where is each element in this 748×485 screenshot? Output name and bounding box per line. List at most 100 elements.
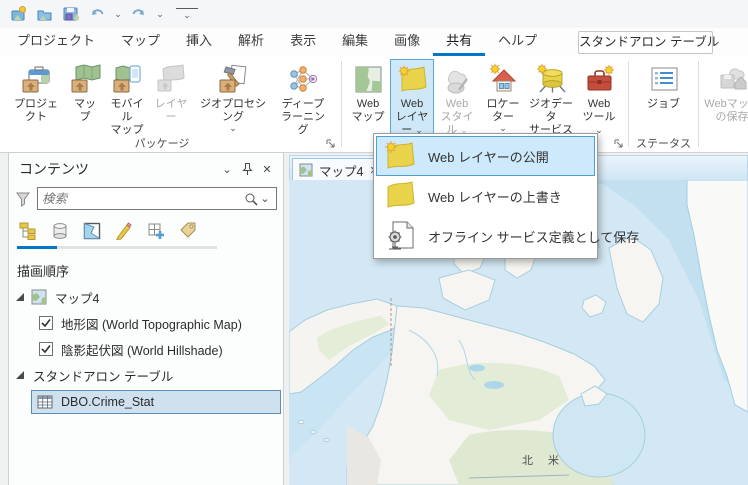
tree-item-topographic-layer[interactable]: 地形図 (World Topographic Map): [9, 310, 283, 336]
button-label: の保存: [715, 111, 748, 123]
menu-item-overwrite-web-layer[interactable]: Web レイヤーの上書き: [376, 176, 595, 216]
web-style-icon: [440, 62, 474, 98]
customize-quick-access-icon[interactable]: ⌄: [176, 8, 198, 20]
contextual-tab-standalone-table[interactable]: スタンドアロン テーブル: [578, 31, 719, 54]
pin-icon[interactable]: [237, 160, 257, 178]
geoprocessing-package-icon: [216, 62, 250, 98]
section-heading: 描画順序: [17, 264, 70, 279]
layer-checkbox[interactable]: [39, 316, 53, 330]
contents-tree: マップ4 地形図 (World Topographic Map) 陰影起伏図 (…: [9, 284, 283, 414]
button-label: Web: [587, 98, 611, 110]
expander-icon[interactable]: [15, 292, 25, 302]
button-label: ディープ: [281, 98, 325, 110]
tab-map[interactable]: マップ: [108, 28, 173, 56]
list-by-drawing-order-icon[interactable]: [17, 220, 39, 242]
search-options-chevron-icon[interactable]: ⌄: [258, 190, 272, 208]
layer-checkbox[interactable]: [39, 342, 53, 356]
web-map-button[interactable]: Web マップ: [346, 59, 390, 137]
tab-share[interactable]: 共有: [433, 28, 486, 56]
tree-group-label: スタンドアロン テーブル: [33, 369, 174, 384]
ribbon-group-save-web-map: Webマップ の保存: [701, 56, 748, 152]
filter-icon[interactable]: [15, 191, 31, 207]
mobile-map-package-button[interactable]: モバイル マップ: [104, 59, 150, 138]
group-label-package: パッケージ: [134, 138, 190, 150]
table-icon: [37, 394, 53, 410]
project-package-button[interactable]: プロジェクト: [6, 59, 66, 137]
deep-learning-button[interactable]: ディープ ラーニング: [274, 59, 332, 138]
jobs-button[interactable]: ジョブ: [641, 59, 687, 137]
chevron-down-icon: ⌄: [499, 123, 507, 133]
list-by-selection-icon[interactable]: [81, 220, 103, 242]
undo-menu-chevron-icon[interactable]: ⌄: [112, 9, 124, 20]
tab-help[interactable]: ヘルプ: [485, 28, 550, 56]
web-layer-menu: Web レイヤーの公開 Web レイヤーの上書き オフライン サービス定義として…: [373, 133, 639, 259]
new-project-icon[interactable]: [8, 3, 30, 25]
web-layer-icon: [395, 62, 429, 98]
tree-item-hillshade-layer[interactable]: 陰影起伏図 (World Hillshade): [9, 336, 283, 362]
redo-icon[interactable]: [128, 3, 150, 25]
save-web-map-button: Webマップ の保存: [701, 59, 748, 137]
button-label: マップ: [74, 98, 96, 123]
search-icon[interactable]: [244, 192, 258, 206]
web-map-icon: [351, 62, 385, 98]
tab-view[interactable]: 表示: [277, 28, 329, 56]
view-tab-label: マップ4: [319, 164, 364, 179]
tab-imagery[interactable]: 画像: [381, 28, 433, 56]
save-project-icon[interactable]: [60, 3, 82, 25]
view-tab-indicator: [17, 246, 217, 249]
list-by-labeling-icon[interactable]: [177, 220, 199, 242]
ribbon-tab-row: プロジェクト マップ 挿入 解析 表示 編集 画像 共有 ヘルプ スタンドアロン…: [0, 28, 748, 56]
dialog-launcher-icon[interactable]: [614, 139, 623, 148]
locator-icon: [486, 62, 520, 98]
tree-item-label: 地形図 (World Topographic Map): [61, 317, 242, 332]
open-project-icon[interactable]: [34, 3, 56, 25]
button-label: ロケーター: [486, 98, 520, 123]
web-tool-icon: [582, 62, 616, 98]
map-view-tab[interactable]: マップ4 ✕: [292, 158, 386, 181]
tree-item-label: マップ4: [55, 291, 100, 306]
list-by-data-source-icon[interactable]: [49, 220, 71, 242]
geodata-service-icon: [534, 62, 568, 98]
close-panel-icon[interactable]: ✕: [257, 160, 277, 178]
redo-menu-chevron-icon[interactable]: ⌄: [154, 9, 166, 20]
list-by-editing-icon[interactable]: [113, 220, 135, 242]
tab-edit[interactable]: 編集: [329, 28, 381, 56]
panel-menu-chevron-icon[interactable]: ⌄: [217, 160, 237, 178]
contents-panel-header: コンテンツ ⌄ ✕: [9, 153, 283, 185]
button-label: ジョブ: [647, 98, 680, 110]
tree-item-crime-stat-table[interactable]: DBO.Crime_Stat: [31, 390, 281, 414]
tab-insert[interactable]: 挿入: [173, 28, 225, 56]
search-input[interactable]: [42, 191, 244, 206]
button-label: Web: [445, 98, 469, 110]
web-style-button: Web スタイル ⌄: [434, 59, 480, 138]
list-by-snapping-icon[interactable]: [145, 220, 167, 242]
contents-view-tabs: [9, 216, 283, 242]
contents-search-row: ⌄: [9, 185, 283, 216]
tab-project[interactable]: プロジェクト: [4, 28, 108, 56]
button-label: マップ: [351, 111, 385, 123]
map-package-button[interactable]: マップ: [66, 59, 104, 137]
region-label: 北 米: [522, 454, 565, 467]
web-tool-button[interactable]: Web ツール ⌄: [576, 59, 622, 138]
menu-item-label: Web レイヤーの公開: [428, 149, 549, 165]
locator-button[interactable]: ロケーター ⌄: [480, 59, 526, 137]
arcgis-pro-window: { "icons": { "chevron_down": "⌄", "close…: [0, 0, 748, 485]
dialog-launcher-icon[interactable]: [326, 139, 335, 148]
expander-icon[interactable]: [15, 370, 25, 380]
ribbon-group-status: ジョブ ステータス: [630, 56, 697, 152]
publish-web-layer-icon: [383, 140, 415, 172]
save-web-map-icon: [715, 62, 748, 98]
menu-item-publish-web-layer[interactable]: Web レイヤーの公開: [376, 136, 595, 176]
menu-item-label: オフライン サービス定義として保存: [428, 229, 640, 245]
map-thumbnail-icon: [299, 163, 313, 177]
tab-analysis[interactable]: 解析: [225, 28, 277, 56]
tree-item-map[interactable]: マップ4: [9, 284, 283, 310]
button-label: Web: [400, 98, 424, 110]
geoprocessing-package-button[interactable]: ジオプロセシング ⌄: [192, 59, 274, 137]
web-layer-button[interactable]: Web レイヤー ⌄: [390, 59, 434, 138]
menu-item-save-offline-service-definition[interactable]: オフライン サービス定義として保存: [376, 216, 639, 256]
undo-icon[interactable]: [86, 3, 108, 25]
search-input-box: ⌄: [37, 187, 277, 210]
button-label: Web: [356, 98, 380, 110]
tree-group-standalone-tables[interactable]: スタンドアロン テーブル: [9, 362, 283, 388]
